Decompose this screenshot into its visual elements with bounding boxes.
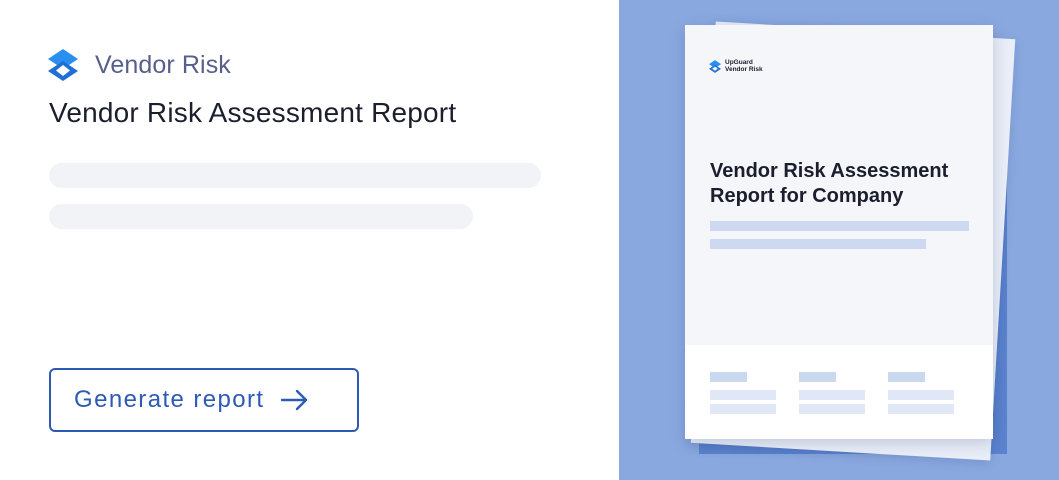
skeleton-line — [49, 163, 541, 188]
report-brand-line2: Vendor Risk — [725, 66, 763, 73]
brand: Vendor Risk — [48, 49, 231, 81]
skeleton-line — [49, 204, 473, 229]
table-cell-placeholder — [710, 390, 776, 400]
table-cell-placeholder — [888, 404, 954, 414]
table-cell-placeholder — [799, 390, 865, 400]
table-header-placeholder — [799, 372, 836, 382]
table-header-placeholder — [888, 372, 925, 382]
report-title: Vendor Risk Assessment Report for Compan… — [710, 160, 949, 207]
report-preview-page: UpGuard Vendor Risk Vendor Risk Assessme… — [685, 25, 993, 439]
upguard-logo-icon — [709, 59, 721, 73]
arrow-right-icon — [281, 389, 308, 411]
left-panel: Vendor Risk Vendor Risk Assessment Repor… — [0, 0, 619, 480]
table-header-placeholder — [710, 372, 747, 382]
table-cell-placeholder — [888, 390, 954, 400]
generate-report-label: Generate report — [74, 386, 265, 413]
table-cell-placeholder — [799, 404, 865, 414]
brand-name: Vendor Risk — [95, 50, 231, 79]
report-brand-line1: UpGuard — [725, 59, 753, 66]
generate-report-button[interactable]: Generate report — [49, 368, 359, 432]
upguard-logo-icon — [48, 49, 78, 81]
report-placeholder-line — [710, 239, 926, 249]
table-cell-placeholder — [710, 404, 776, 414]
report-table-area — [685, 345, 993, 439]
report-placeholder-line — [710, 221, 969, 231]
page-title: Vendor Risk Assessment Report — [49, 97, 457, 128]
report-brand: UpGuard Vendor Risk — [709, 59, 763, 73]
report-preview-panel: UpGuard Vendor Risk Vendor Risk Assessme… — [619, 0, 1059, 480]
